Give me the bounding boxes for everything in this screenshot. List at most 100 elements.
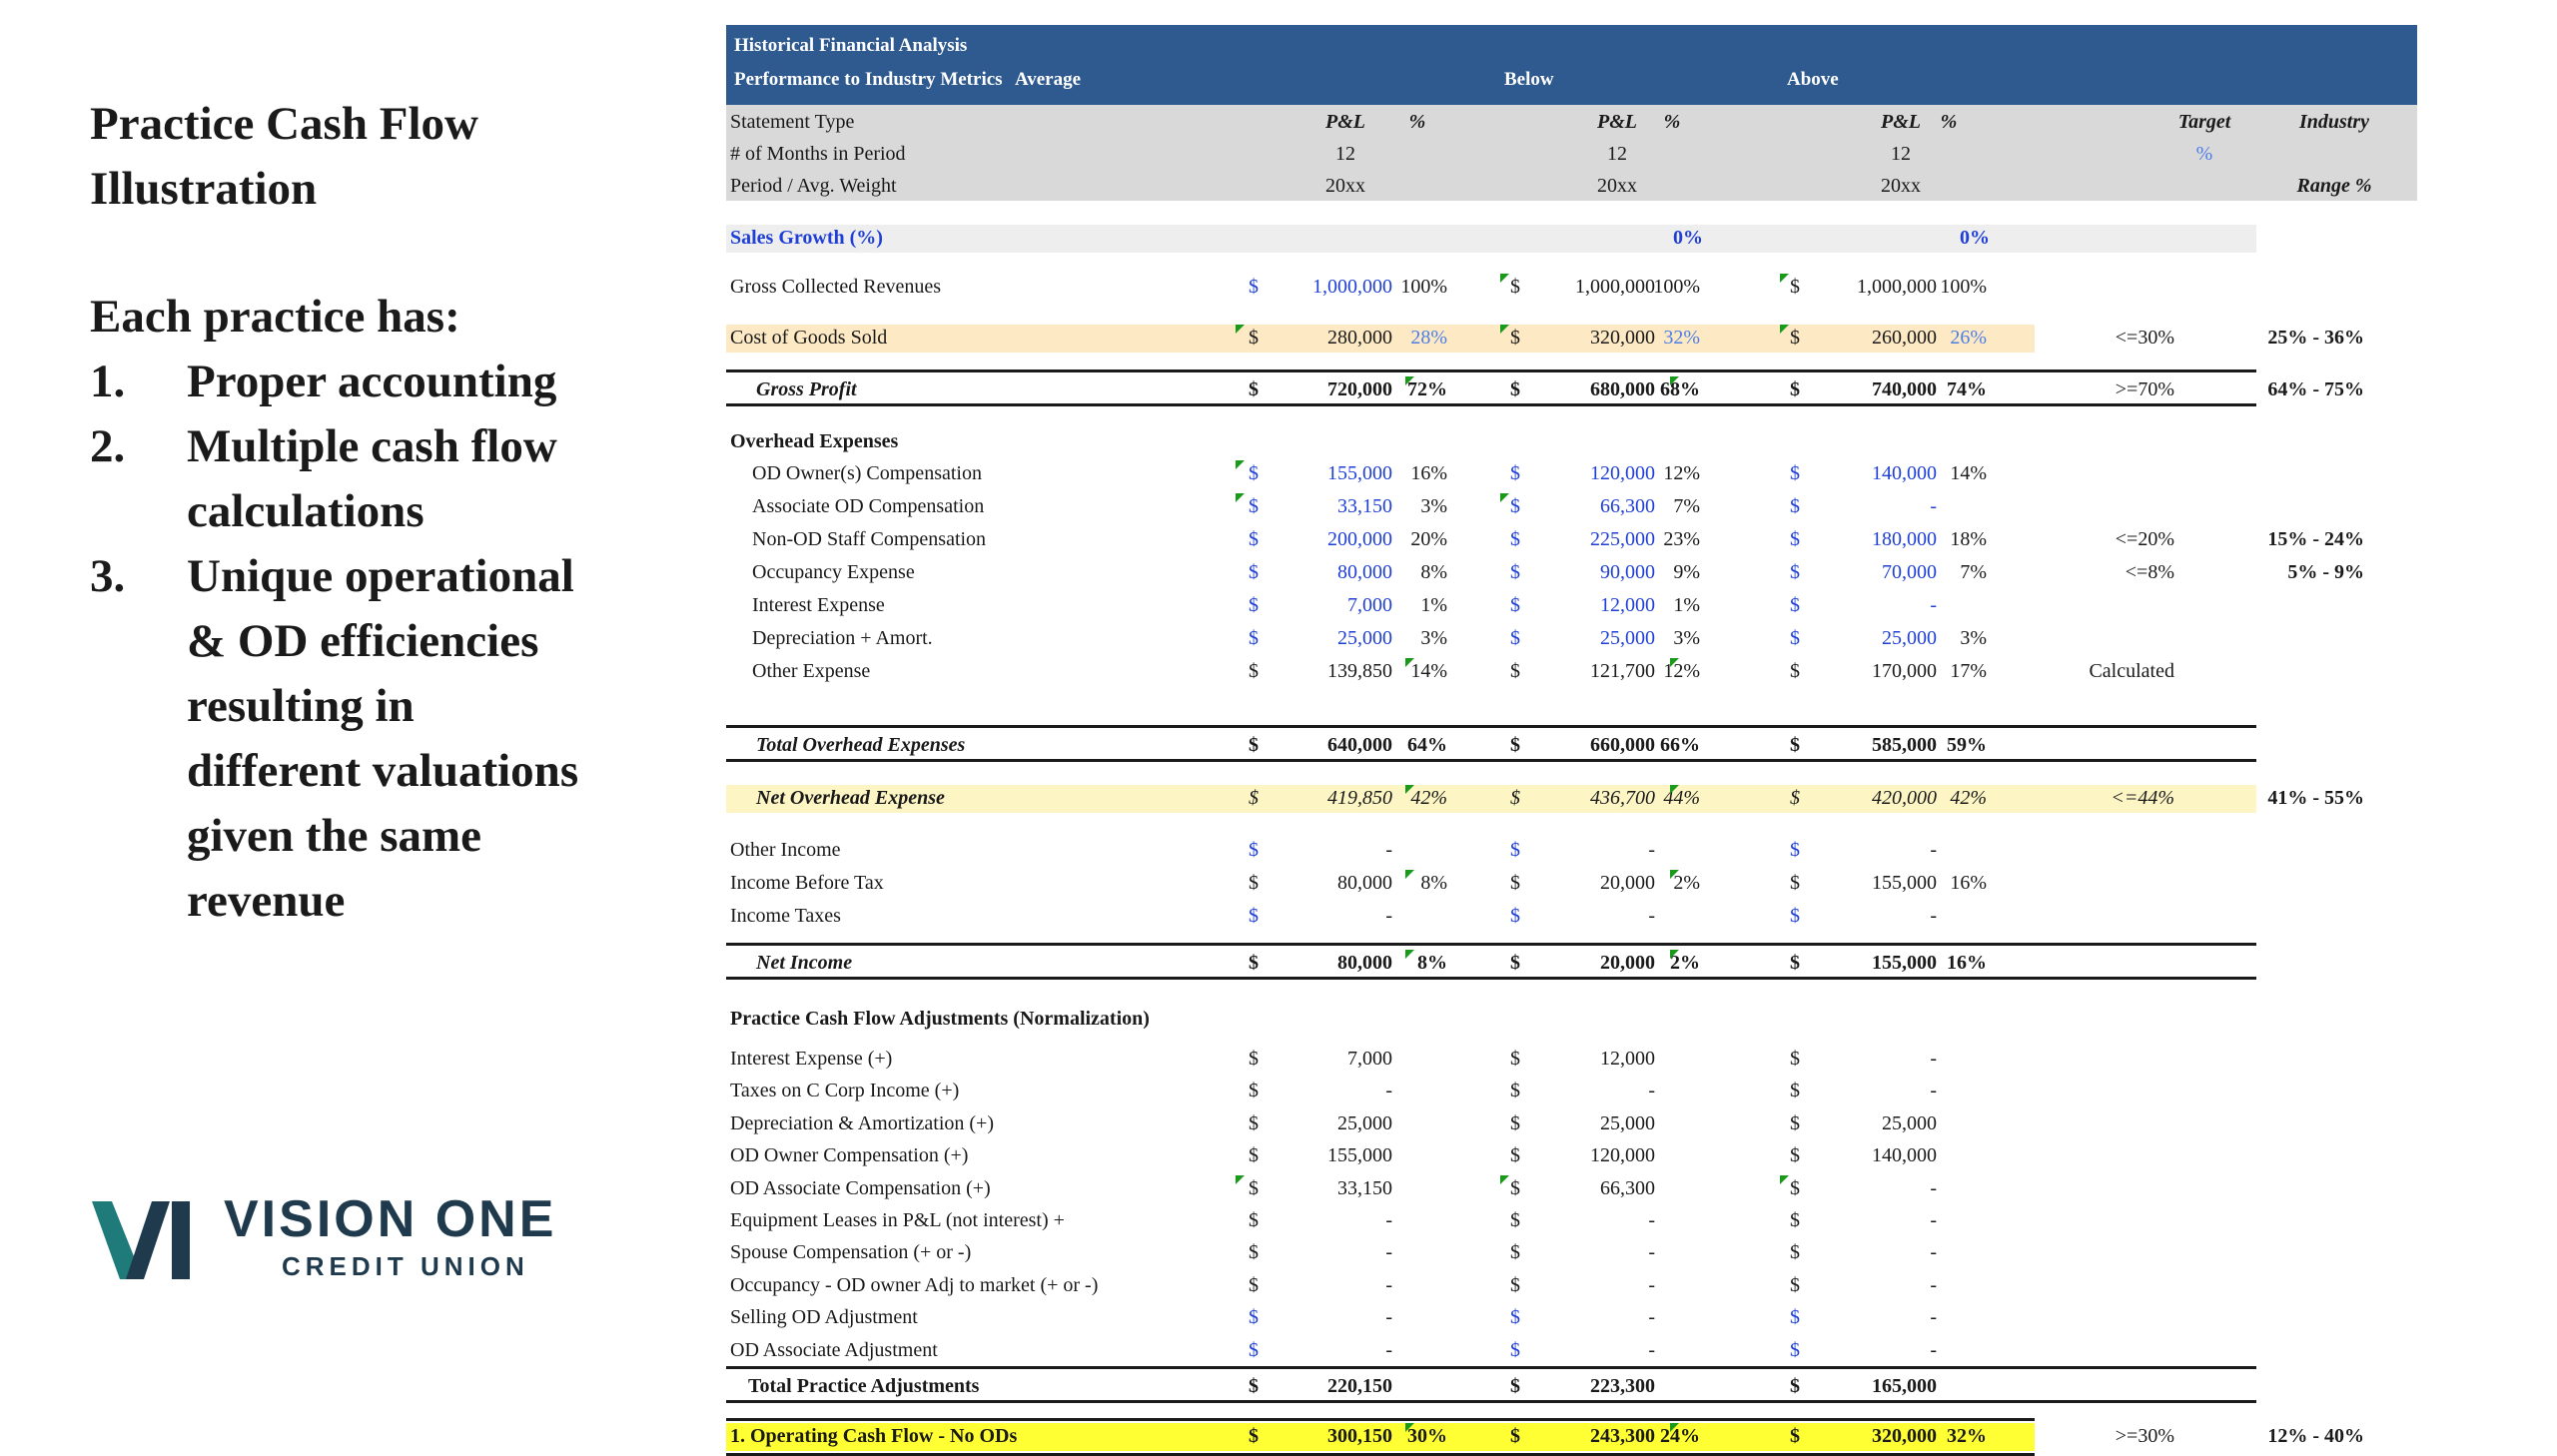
total-adjustments-top-border [726,1366,2256,1369]
other-income-above-value: - [1930,839,1937,861]
adjustment-item-below-currency-symbol: $ [1510,1176,1520,1199]
gross-profit-top-border [726,369,2256,372]
cost-of-goods-sold-target: <=30% [2115,327,2174,349]
each-practice-heading: Each practice has: [90,291,460,343]
point-item-continuation: & OD efficiencies [90,609,689,674]
total-practice-adjustments-above-value: 165,000 [1872,1375,1937,1397]
overhead-item-above-pct: 7% [1960,561,1987,583]
net-income-above-pct: 16% [1947,952,1987,974]
overhead-item-below-value: 120,000 [1590,462,1655,484]
overhead-item-avg-currency-symbol: $ [1249,528,1259,550]
overhead-item-below-pct: 9% [1673,561,1700,583]
overhead-item-industry: 5% - 9% [2287,561,2364,583]
statement-type-pct: % [1408,111,1426,133]
net-income-bottom-border [726,977,2256,980]
point-text: Unique operational [187,550,574,602]
adjustment-item-above-currency-symbol: $ [1790,1048,1800,1070]
overhead-item-avg-pct: 3% [1420,627,1447,649]
adjustment-item-label: Spouse Compensation (+ or -) [730,1241,972,1264]
income-before-tax-above-value: 155,000 [1872,872,1937,894]
period-value: 20xx [1881,175,1921,197]
green-marker-icon [1780,325,1789,334]
adjustment-item-above-value: - [1930,1080,1937,1102]
logo-name: VISION ONE [224,1190,557,1248]
operating-cash-flow-target: >=30% [2115,1425,2174,1447]
total-overhead-bottom-border [726,759,2256,762]
overhead-item-avg-pct: 14% [1410,660,1447,682]
overhead-item-avg-value: 7,000 [1347,594,1392,616]
gross-profit-avg-currency-symbol: $ [1249,378,1259,400]
range-label: Range % [2296,175,2372,197]
statement-type-pl-below: P&L [1597,111,1637,133]
overhead-item-avg-value: 33,150 [1337,495,1392,517]
adjustment-item-below-value: - [1648,1080,1655,1102]
overhead-item-label: Occupancy Expense [752,561,915,583]
other-income-above-currency-symbol: $ [1790,839,1800,861]
adjustment-item-below-currency-symbol: $ [1510,1338,1520,1361]
operating-cash-flow-label: 1. Operating Cash Flow - No ODs [730,1425,1018,1447]
adjustment-item-above-currency-symbol: $ [1790,1111,1800,1134]
gross-collected-revenues-above-currency-symbol: $ [1790,276,1800,298]
overhead-item-above-value: - [1930,495,1937,517]
total-overhead-expenses-label: Total Overhead Expenses [756,734,966,756]
slide-title-line-1: Practice Cash Flow [90,98,478,150]
overhead-item-avg-value: 155,000 [1327,462,1392,484]
point-text: Multiple cash flow [187,420,557,472]
operating-cash-flow-avg-currency-symbol: $ [1249,1425,1259,1447]
gross-profit-below-value: 680,000 [1590,378,1655,400]
overhead-item-below-value: 121,700 [1590,660,1655,682]
statement-type-pl-avg: P&L [1325,111,1365,133]
other-income-below-value: - [1648,839,1655,861]
adjustment-item-avg-value: - [1385,1273,1392,1296]
income-before-tax-avg-value: 80,000 [1337,872,1392,894]
adjustment-item-avg-value: - [1385,1306,1392,1329]
adjustment-item-below-currency-symbol: $ [1510,1144,1520,1167]
point-number: 2. [90,420,126,472]
statement-type-pct: % [1940,111,1958,133]
total-practice-adjustments-below-value: 223,300 [1590,1375,1655,1397]
green-marker-icon [1500,274,1509,283]
col-header-average-text: Average [1014,69,1082,90]
green-marker-icon [1405,870,1414,879]
period-label: Period / Avg. Weight [730,175,897,197]
period-value: 20xx [1325,175,1365,197]
gross-profit-above-value: 740,000 [1872,378,1937,400]
adjustment-item-below-value: - [1648,1241,1655,1264]
overhead-item-label: Depreciation + Amort. [752,627,933,649]
overhead-item-target: Calculated [2089,660,2174,682]
row-highlight [726,225,2256,253]
overhead-item-avg-currency-symbol: $ [1249,462,1259,484]
overhead-item-avg-currency-symbol: $ [1249,594,1259,616]
overhead-item-above-currency-symbol: $ [1790,495,1800,517]
income-before-tax-above-currency-symbol: $ [1790,872,1800,894]
overhead-item-below-value: 25,000 [1600,627,1655,649]
income-before-tax-above-pct: 16% [1950,872,1987,894]
point-text: & OD efficiencies [187,615,539,667]
cost-of-goods-sold-avg-value: 280,000 [1327,327,1392,349]
income-taxes-above-value: - [1930,905,1937,927]
point-text: revenue [187,875,346,927]
total-overhead-expenses-avg-pct: 64% [1407,734,1447,756]
adjustment-item-label: Interest Expense (+) [730,1048,893,1070]
points-list: 1. Proper accounting 2. Multiple cash flow… [90,350,689,934]
income-before-tax-label: Income Before Tax [730,872,884,894]
adjustment-item-below-currency-symbol: $ [1510,1306,1520,1329]
slide-title: Practice Cash Flow Illustration [90,92,689,222]
total-overhead-expenses-avg-currency-symbol: $ [1249,734,1259,756]
row-highlight [726,785,2256,813]
adjustment-item-above-currency-symbol: $ [1790,1176,1800,1199]
overhead-item-avg-currency-symbol: $ [1249,660,1259,682]
green-marker-icon [1405,376,1414,385]
col-header-below-text: Below [1504,69,1554,90]
adjustment-item-above-value: - [1930,1338,1937,1361]
adjustment-item-below-value: 25,000 [1600,1111,1655,1134]
gross-profit-industry: 64% - 75% [2267,378,2364,400]
net-overhead-expense-label: Net Overhead Expense [756,787,945,809]
total-overhead-expenses-below-value: 660,000 [1590,734,1655,756]
cost-of-goods-sold-below-pct: 32% [1663,327,1700,349]
overhead-item-label: Non-OD Staff Compensation [752,528,987,550]
net-overhead-expense-below-pct: 44% [1663,787,1700,809]
sales-growth-label: Sales Growth (%) [730,227,883,249]
overhead-item-above-pct: 18% [1950,528,1987,550]
header-title: Historical Financial Analysis [734,35,968,56]
